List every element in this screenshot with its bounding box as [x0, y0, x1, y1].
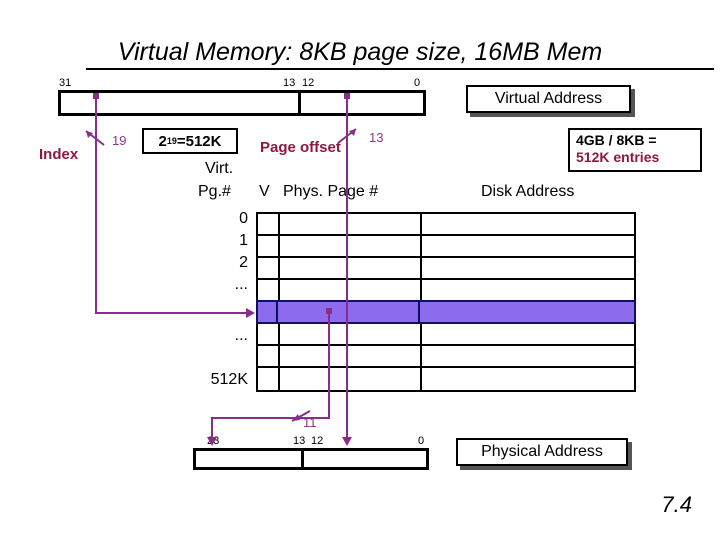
page-table-row-label: ...: [234, 276, 248, 293]
page-table-header-line2: Pg.#: [198, 183, 231, 200]
page-offset-label: Page offset: [260, 139, 341, 156]
physical-address-bar: [193, 448, 429, 470]
index-width-label: 19: [112, 133, 127, 148]
table-row: [258, 346, 634, 368]
page-table-highlighted-row: [256, 300, 636, 324]
index-label: Index: [39, 146, 79, 163]
column-header-disk-address: Disk Address: [481, 183, 575, 200]
virtual-address-field-divider: [298, 90, 301, 116]
table-row: [258, 280, 634, 302]
pa-bit-split-lo: 12: [311, 435, 324, 447]
table-row: [258, 324, 634, 346]
physical-address-field-divider: [301, 448, 304, 470]
pa-bit-lsb: 0: [418, 435, 425, 447]
page-table-row-label: 1: [239, 232, 248, 249]
title-underline: [86, 68, 714, 70]
va-bit-msb: 31: [59, 77, 72, 89]
va-bit-split-hi: 13: [283, 77, 296, 89]
page-offset-connector-vertical: [346, 96, 348, 441]
physical-address-callout-label: Physical Address: [481, 443, 603, 460]
page-table-header-line1: Virt.: [205, 160, 234, 177]
entries-note-line2: 512K entries: [576, 149, 660, 165]
index-entries-equals: =512K: [176, 132, 222, 150]
phys-page-connector-vertical: [328, 311, 330, 419]
slide-canvas: Virtual Memory: 8KB page size, 16MB Mem …: [0, 0, 720, 540]
page-title: Virtual Memory: 8KB page size, 16MB Mem: [117, 38, 603, 66]
ppn-width-tick: [288, 408, 314, 426]
index-connector-horizontal: [95, 312, 247, 314]
column-header-valid: V: [259, 183, 270, 200]
table-row: [258, 236, 634, 258]
slide-page-number: 7.4: [661, 492, 692, 517]
pa-bit-split-hi: 13: [293, 435, 306, 447]
physical-address-callout: Physical Address: [456, 438, 628, 466]
entries-note-line1: 4GB / 8KB =: [576, 132, 657, 148]
column-header-phys-page: Phys. Page #: [283, 183, 379, 200]
entries-note-box: 4GB / 8KB = 512K entries: [568, 128, 702, 172]
table-row: [258, 214, 634, 236]
table-row: [258, 368, 634, 390]
virtual-address-callout-label: Virtual Address: [494, 90, 603, 107]
page-offset-connector-arrowhead: [342, 437, 352, 446]
va-bit-split-lo: 12: [302, 77, 315, 89]
index-width-tick: [84, 128, 108, 148]
highlight-divider-v: [276, 302, 278, 322]
page-table-row-label: 512K: [210, 371, 248, 388]
virtual-address-callout: Virtual Address: [466, 85, 631, 113]
phys-page-connector-arrowhead: [207, 437, 217, 446]
va-bit-lsb: 0: [414, 77, 421, 89]
virtual-address-bar: [58, 90, 426, 116]
page-table-row-label: 0: [239, 210, 248, 227]
page-offset-width-tick: [336, 126, 360, 146]
table-row: [258, 258, 634, 280]
index-connector-arrowhead: [246, 308, 255, 318]
index-entries-box: 2 19 =512K: [142, 128, 238, 154]
page-offset-width-label: 13: [369, 130, 384, 145]
page-table-row-label: ...: [234, 327, 248, 344]
index-entries-base: 2: [158, 132, 167, 150]
page-table-row-label: 2: [239, 254, 248, 271]
highlight-divider-phys: [418, 302, 420, 322]
